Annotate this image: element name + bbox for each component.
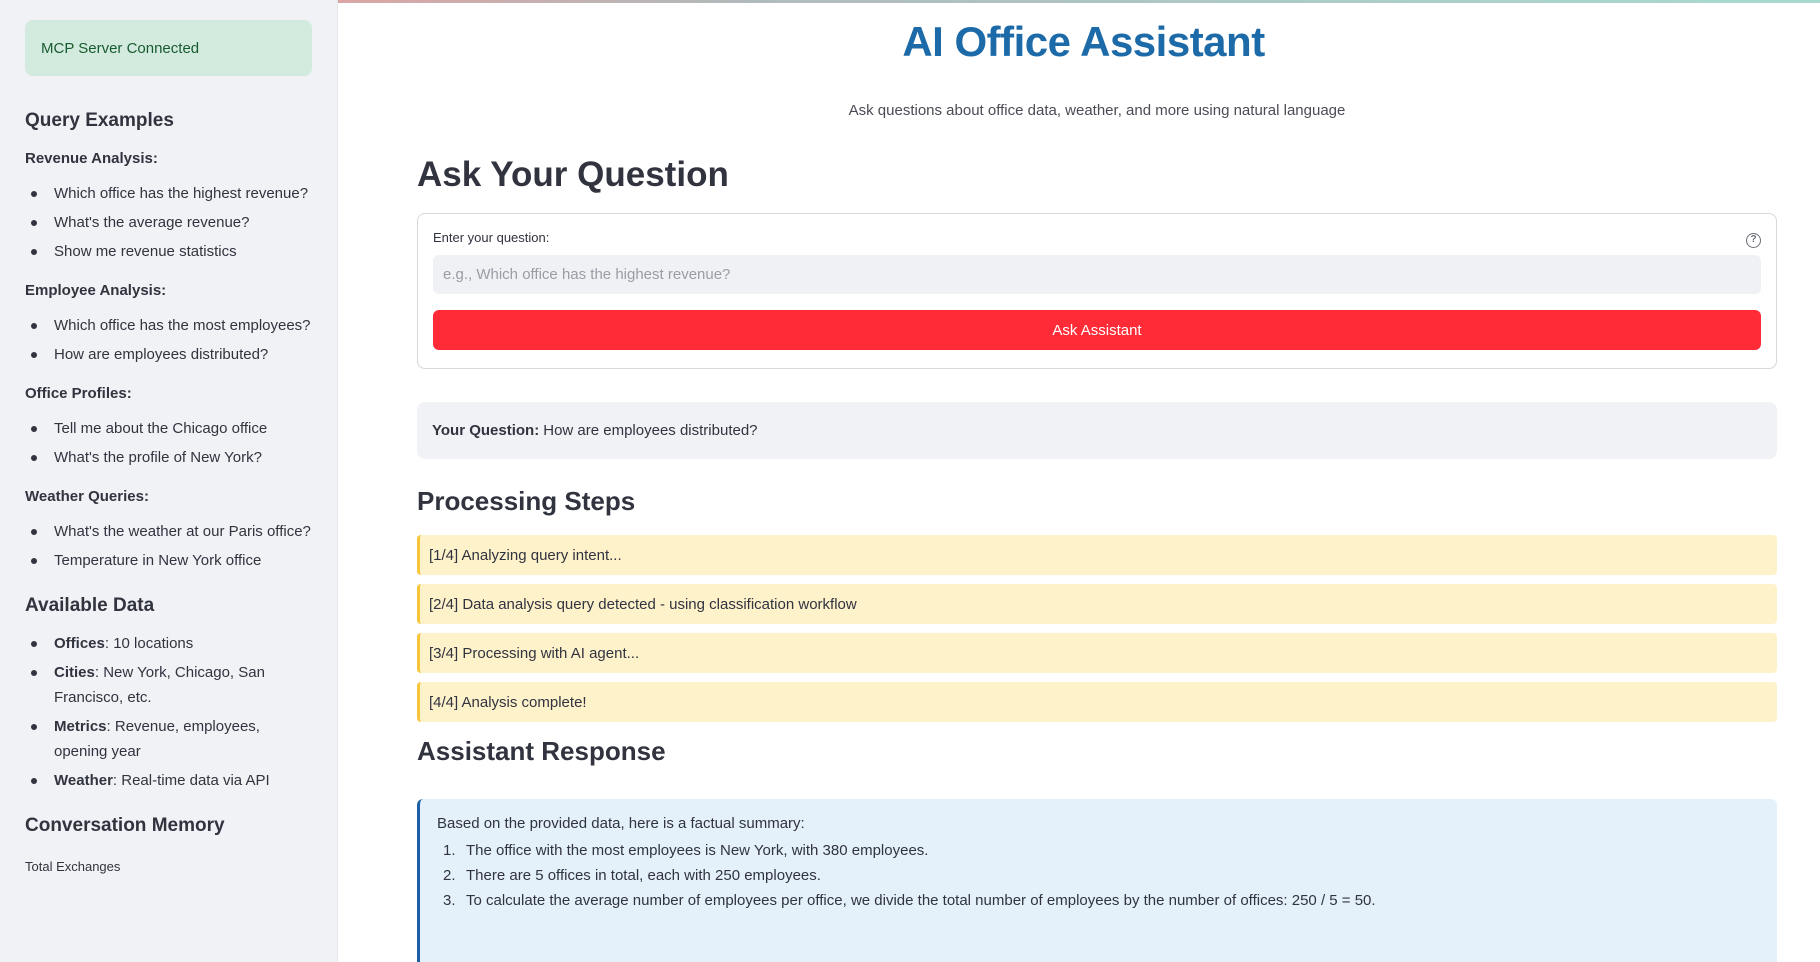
list-item: 3. To calculate the average number of emp… xyxy=(437,888,1760,913)
list-item: Weather: Real-time data via API xyxy=(25,768,312,793)
item-text: There are 5 offices in total, each with … xyxy=(466,867,821,884)
main-content: AI Office Assistant Ask questions about … xyxy=(417,0,1777,962)
ask-assistant-button[interactable]: Ask Assistant xyxy=(433,310,1761,350)
response-intro: Based on the provided data, here is a fa… xyxy=(437,815,805,832)
list-item: How are employees distributed? xyxy=(25,342,312,367)
data-value: : Real-time data via API xyxy=(112,772,270,789)
item-number: 2. xyxy=(443,867,456,884)
page-subtitle: Ask questions about office data, weather… xyxy=(848,102,1346,119)
available-data-title: Available Data xyxy=(25,595,155,616)
mcp-status-badge: MCP Server Connected xyxy=(25,20,312,76)
processing-step: [1/4] Analyzing query intent... xyxy=(417,535,1777,575)
data-key: Weather xyxy=(54,772,113,789)
query-section-revenue: Revenue Analysis: Which office has the h… xyxy=(25,150,312,264)
data-key: Metrics xyxy=(54,718,107,735)
data-key: Offices xyxy=(54,635,105,652)
your-question-box: Your Question: How are employees distrib… xyxy=(417,402,1777,459)
list-item: Tell me about the Chicago office xyxy=(25,416,312,441)
query-examples-title: Query Examples xyxy=(25,110,174,131)
processing-steps-title: Processing Steps xyxy=(417,486,636,516)
list-item: What's the weather at our Paris office? xyxy=(25,519,312,544)
query-section-title: Office Profiles: xyxy=(25,385,132,402)
query-section-title: Employee Analysis: xyxy=(25,282,167,299)
total-exchanges-label: Total Exchanges xyxy=(25,859,121,874)
processing-step: [3/4] Processing with AI agent... xyxy=(417,633,1777,673)
query-section-employee: Employee Analysis: Which office has the … xyxy=(25,282,312,367)
data-value: : 10 locations xyxy=(104,635,194,652)
list-item: Cities: New York, Chicago, San Francisco… xyxy=(25,660,312,710)
your-question-value: How are employees distributed? xyxy=(543,422,758,439)
question-input[interactable] xyxy=(433,255,1761,294)
conversation-memory-title: Conversation Memory xyxy=(25,815,225,836)
query-section-title: Weather Queries: xyxy=(25,488,149,505)
sidebar: MCP Server Connected Query Examples Reve… xyxy=(0,0,338,962)
data-key: Cities xyxy=(54,664,95,681)
query-section-weather: Weather Queries: What's the weather at o… xyxy=(25,488,312,573)
page-title: AI Office Assistant xyxy=(902,18,1265,65)
available-data-list: Offices: 10 locations Cities: New York, … xyxy=(25,631,312,793)
ask-question-title: Ask Your Question xyxy=(417,155,729,194)
your-question-label: Your Question: xyxy=(432,422,540,439)
list-item: What's the profile of New York? xyxy=(25,445,312,470)
list-item: What's the average revenue? xyxy=(25,210,312,235)
list-item: Show me revenue statistics xyxy=(25,239,312,264)
list-item: Offices: 10 locations xyxy=(25,631,312,656)
item-number: 1. xyxy=(443,842,456,859)
processing-step: [2/4] Data analysis query detected - usi… xyxy=(417,584,1777,624)
list-item: Metrics: Revenue, employees, opening yea… xyxy=(25,714,312,764)
query-section-office: Office Profiles: Tell me about the Chica… xyxy=(25,385,312,470)
list-item: Temperature in New York office xyxy=(25,548,312,573)
response-list: 1. The office with the most employees is … xyxy=(437,838,1760,913)
question-input-label: Enter your question: xyxy=(433,230,550,245)
assistant-response-title: Assistant Response xyxy=(417,736,666,766)
question-form: Enter your question: ? Ask Assistant xyxy=(417,213,1777,369)
help-icon[interactable]: ? xyxy=(1746,233,1761,248)
item-text: To calculate the average number of emplo… xyxy=(466,892,1376,909)
list-item: 1. The office with the most employees is … xyxy=(437,838,1760,863)
list-item: 2. There are 5 offices in total, each wit… xyxy=(437,863,1760,888)
item-text: The office with the most employees is Ne… xyxy=(466,842,929,859)
mcp-status-text: MCP Server Connected xyxy=(41,39,200,57)
item-number: 3. xyxy=(443,892,456,909)
list-item: Which office has the most employees? xyxy=(25,313,312,338)
assistant-response-box: Based on the provided data, here is a fa… xyxy=(417,799,1777,962)
query-section-title: Revenue Analysis: xyxy=(25,150,158,167)
list-item: Which office has the highest revenue? xyxy=(25,181,312,206)
processing-step: [4/4] Analysis complete! xyxy=(417,682,1777,722)
